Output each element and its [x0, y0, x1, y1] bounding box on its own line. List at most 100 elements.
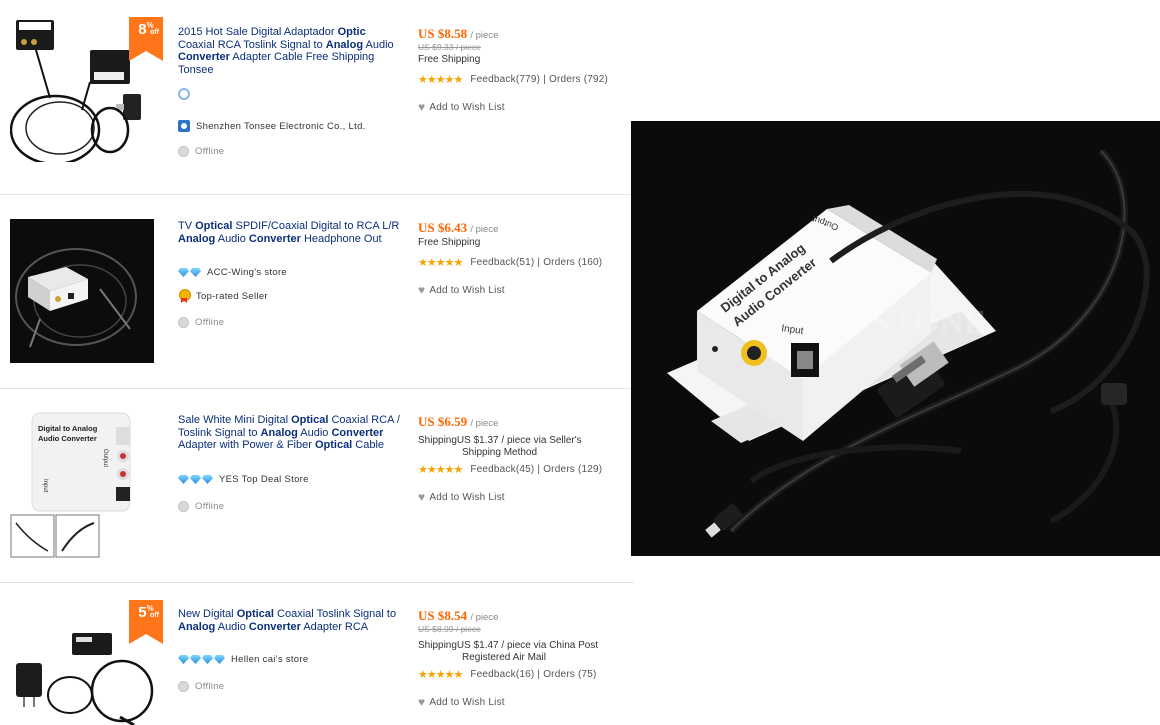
- store-row: YES Top Deal Store: [178, 474, 309, 485]
- wish-label: Add to Wish List: [429, 696, 505, 708]
- title-keyword: Optical: [195, 220, 233, 232]
- feedback-link[interactable]: Feedback(779): [470, 74, 540, 85]
- price-value: US $6.59: [418, 414, 468, 429]
- heart-icon: ♥: [418, 283, 426, 297]
- product-list: 8% off 2015 Hot Sale Digital Adaptador O…: [0, 0, 634, 725]
- offline-icon: [178, 501, 189, 512]
- product-preview-image: Digital to Analog Audio Converter Input …: [631, 121, 1160, 556]
- price-unit: / piece: [470, 30, 499, 41]
- rating-stats: Feedback(779) | Orders (792): [470, 74, 608, 85]
- product-title[interactable]: Sale White Mini Digital Optical Coaxial …: [178, 414, 404, 452]
- title-keyword: Optical: [314, 439, 353, 451]
- feedback-link[interactable]: Feedback(51): [470, 257, 534, 268]
- add-to-wish-list[interactable]: ♥ Add to Wish List: [418, 283, 505, 297]
- title-keyword: Converter: [331, 426, 384, 439]
- shipping-line-1: ShippingUS $1.47 / piece via China Post: [418, 640, 599, 651]
- product-thumbnail[interactable]: [10, 219, 154, 363]
- separator: |: [537, 464, 541, 475]
- title-text: Audio: [363, 38, 394, 51]
- add-to-wish-list[interactable]: ♥ Add to Wish List: [418, 490, 505, 504]
- title-text: Headphone Out: [300, 232, 382, 245]
- feedback-link[interactable]: Feedback(16): [470, 669, 534, 680]
- shipping-info: Free Shipping: [418, 237, 481, 248]
- product-title[interactable]: 2015 Hot Sale Digital Adaptador Optic Co…: [178, 26, 404, 76]
- product-title[interactable]: TV Optical SPDIF/Coaxial Digital to RCA …: [178, 220, 404, 245]
- rating-row: ★★★★★ Feedback(45) | Orders (129): [418, 463, 602, 476]
- store-row: Hellen cai's store: [178, 654, 308, 665]
- shipping-info: ShippingUS $1.47 / piece via China Post …: [418, 640, 598, 664]
- title-text: Audio: [297, 426, 332, 439]
- list-item: 8% off 2015 Hot Sale Digital Adaptador O…: [0, 0, 634, 195]
- title-keyword: Converter: [248, 620, 301, 633]
- contact-status[interactable]: Offline: [178, 146, 224, 157]
- price-value: US $6.43: [418, 220, 468, 235]
- seller-diamonds-icon: [178, 475, 213, 484]
- original-price: US $9.33 / piece: [418, 42, 481, 52]
- contact-status[interactable]: Offline: [178, 681, 224, 692]
- contact-status[interactable]: Offline: [178, 317, 224, 328]
- discount-value: 5: [138, 604, 147, 621]
- product-title[interactable]: New Digital Optical Coaxial Toslink Sign…: [178, 608, 404, 633]
- watermark: ESTONE: [849, 304, 986, 341]
- store-name[interactable]: Shenzhen Tonsee Electronic Co., Ltd.: [196, 121, 366, 132]
- image-text-output: Output: [102, 449, 108, 467]
- original-price: US $8.99 / piece: [418, 624, 481, 634]
- store-name[interactable]: ACC-Wing's store: [207, 267, 287, 278]
- seller-badge-row: Top-rated Seller: [178, 289, 268, 303]
- title-keyword: Optic: [337, 26, 366, 38]
- title-keyword: Analog: [178, 232, 216, 245]
- list-item: TV Optical SPDIF/Coaxial Digital to RCA …: [0, 195, 634, 389]
- title-text: Adapter RCA: [300, 620, 369, 633]
- store-name[interactable]: YES Top Deal Store: [219, 474, 309, 485]
- price-value: US $8.54: [418, 608, 468, 623]
- wish-label: Add to Wish List: [429, 491, 505, 503]
- product-thumbnail[interactable]: Digital to Analog Audio Converter Input …: [10, 411, 154, 561]
- star-rating-icon: ★★★★★: [418, 464, 463, 476]
- rating-row: ★★★★★ Feedback(779) | Orders (792): [418, 73, 608, 86]
- seller-diamonds-icon: [178, 268, 201, 277]
- preview-photo: Digital to Analog Audio Converter Input …: [631, 121, 1160, 556]
- add-to-wish-list[interactable]: ♥ Add to Wish List: [418, 695, 505, 709]
- orders-count: Orders (160): [543, 257, 603, 268]
- rating-stats: Feedback(51) | Orders (160): [470, 257, 602, 268]
- separator: |: [537, 257, 541, 268]
- title-text: Coaxial RCA Toslink Signal to: [178, 38, 326, 51]
- discount-value: 8: [138, 21, 147, 38]
- wish-label: Add to Wish List: [429, 101, 505, 113]
- contact-status[interactable]: Offline: [178, 501, 224, 512]
- title-text: Coaxial Toslink Signal to: [273, 608, 397, 620]
- discount-off: off: [150, 29, 159, 36]
- status-text: Offline: [195, 681, 225, 692]
- title-text: Sale White Mini Digital: [178, 414, 292, 426]
- title-text: Audio: [215, 620, 249, 633]
- store-row: ACC-Wing's store: [178, 267, 287, 278]
- shipping-info: ShippingUS $1.37 / piece via Seller's Sh…: [418, 435, 582, 459]
- shipping-line-1: ShippingUS $1.37 / piece via Seller's: [418, 435, 582, 446]
- price: US $8.58 / piece: [418, 26, 498, 42]
- seller-diamonds-icon: [178, 655, 225, 664]
- title-text: New Digital: [178, 608, 237, 620]
- feedback-link[interactable]: Feedback(45): [470, 464, 534, 475]
- add-to-wish-list[interactable]: ♥ Add to Wish List: [418, 100, 505, 114]
- price: US $6.43 / piece: [418, 220, 498, 236]
- orders-count: Orders (75): [543, 669, 597, 680]
- heart-icon: ♥: [418, 490, 426, 504]
- heart-icon: ♥: [418, 100, 426, 114]
- title-text: Adapter with Power & Fiber: [178, 439, 315, 451]
- shipping-info: Free Shipping: [418, 54, 481, 65]
- title-keyword: Analog: [178, 620, 216, 633]
- store-icon: [178, 120, 190, 132]
- price-unit: / piece: [470, 418, 499, 429]
- price: US $6.59 / piece: [418, 414, 498, 430]
- price-unit: / piece: [470, 224, 499, 235]
- discount-badge: 5% off: [129, 600, 163, 644]
- store-name[interactable]: Hellen cai's store: [231, 654, 308, 665]
- offline-icon: [178, 681, 189, 692]
- store-row: Shenzhen Tonsee Electronic Co., Ltd.: [178, 120, 366, 132]
- discount-badge: 8% off: [129, 17, 163, 61]
- shipping-line-2: Registered Air Mail: [462, 652, 546, 663]
- rating-row: ★★★★★ Feedback(51) | Orders (160): [418, 256, 602, 269]
- title-keyword: Analog: [260, 426, 298, 439]
- title-text: 2015 Hot Sale Digital Adaptador: [178, 26, 338, 38]
- heart-icon: ♥: [418, 695, 426, 709]
